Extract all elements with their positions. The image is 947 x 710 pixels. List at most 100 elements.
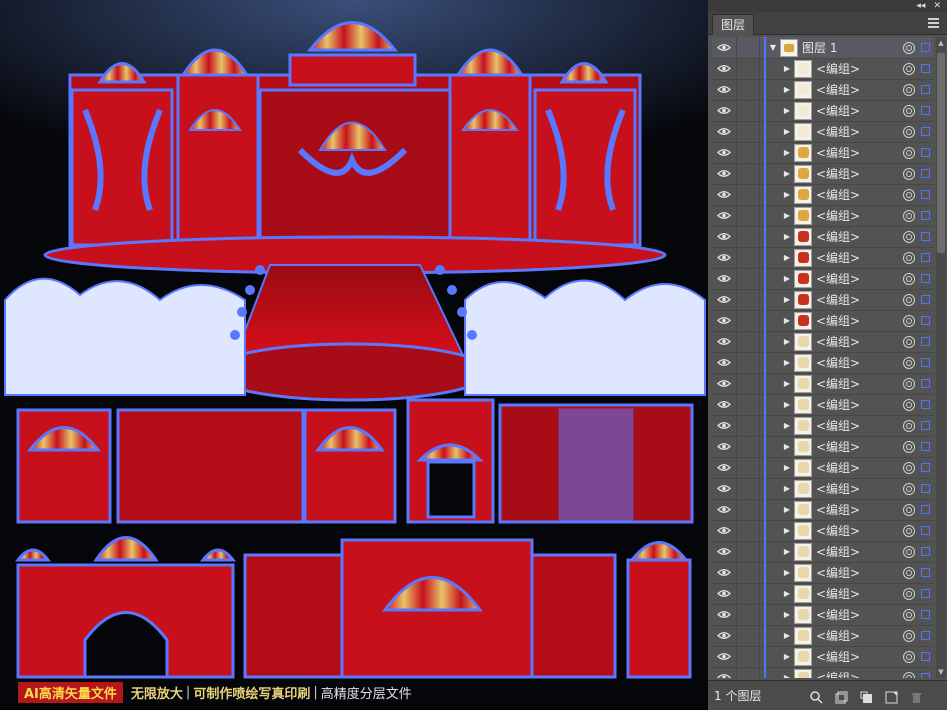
sublayer-name[interactable]: <编组>	[816, 627, 903, 644]
visibility-eye-icon[interactable]	[712, 520, 737, 541]
sublayer-name[interactable]: <编组>	[816, 438, 903, 455]
selection-square-icon[interactable]	[921, 169, 930, 178]
visibility-eye-icon[interactable]	[712, 625, 737, 646]
target-circle-icon[interactable]	[903, 272, 915, 285]
expand-arrow-icon[interactable]: ▶	[780, 484, 794, 493]
sublayer-name[interactable]: <编组>	[816, 606, 903, 623]
selection-square-icon[interactable]	[921, 295, 930, 304]
target-circle-icon[interactable]	[903, 377, 915, 390]
sublayer-name[interactable]: <编组>	[816, 123, 903, 140]
target-circle-icon[interactable]	[903, 524, 915, 537]
lock-toggle[interactable]	[737, 184, 760, 205]
sublayer-row[interactable]: ▶ <编组>	[712, 394, 934, 416]
scroll-down-arrow-icon[interactable]: ▼	[936, 666, 946, 678]
sublayer-name[interactable]: <编组>	[816, 354, 903, 371]
selection-square-icon[interactable]	[921, 526, 930, 535]
selection-square-icon[interactable]	[921, 43, 930, 52]
sublayer-row[interactable]: ▶ <编组>	[712, 163, 934, 185]
selection-square-icon[interactable]	[921, 442, 930, 451]
sublayer-row[interactable]: ▶ <编组>	[712, 499, 934, 521]
lock-toggle[interactable]	[737, 499, 760, 520]
target-circle-icon[interactable]	[903, 629, 915, 642]
expand-arrow-icon[interactable]: ▶	[780, 316, 794, 325]
selection-square-icon[interactable]	[921, 568, 930, 577]
selection-square-icon[interactable]	[921, 253, 930, 262]
lock-toggle[interactable]	[737, 646, 760, 667]
visibility-eye-icon[interactable]	[712, 121, 737, 142]
target-circle-icon[interactable]	[903, 104, 915, 117]
selection-square-icon[interactable]	[921, 106, 930, 115]
lock-toggle[interactable]	[737, 541, 760, 562]
selection-square-icon[interactable]	[921, 148, 930, 157]
target-circle-icon[interactable]	[903, 671, 915, 678]
lock-toggle[interactable]	[737, 289, 760, 310]
expand-arrow-icon[interactable]: ▶	[780, 379, 794, 388]
lock-toggle[interactable]	[737, 436, 760, 457]
sublayer-name[interactable]: <编组>	[816, 144, 903, 161]
visibility-eye-icon[interactable]	[712, 415, 737, 436]
expand-arrow-icon[interactable]: ▶	[780, 358, 794, 367]
locate-object-icon[interactable]	[810, 689, 823, 704]
sublayer-name[interactable]: <编组>	[816, 480, 903, 497]
sublayer-row[interactable]: ▶ <编组>	[712, 226, 934, 248]
sublayer-row[interactable]: ▶ <编组>	[712, 436, 934, 458]
sublayer-row[interactable]: ▶ <编组>	[712, 79, 934, 101]
collapse-icon[interactable]: ◂◂	[916, 1, 925, 11]
lock-toggle[interactable]	[737, 415, 760, 436]
sublayer-name[interactable]: <编组>	[816, 291, 903, 308]
expand-arrow-icon[interactable]: ▶	[780, 169, 794, 178]
expand-arrow-icon[interactable]: ▶	[780, 211, 794, 220]
lock-toggle[interactable]	[737, 457, 760, 478]
expand-arrow-icon[interactable]: ▶	[780, 274, 794, 283]
sublayer-name[interactable]: <编组>	[816, 564, 903, 581]
lock-toggle[interactable]	[737, 205, 760, 226]
expand-arrow-icon[interactable]: ▶	[780, 631, 794, 640]
lock-toggle[interactable]	[737, 520, 760, 541]
new-layer-icon[interactable]	[885, 689, 898, 704]
target-circle-icon[interactable]	[903, 209, 915, 222]
lock-toggle[interactable]	[737, 373, 760, 394]
selection-square-icon[interactable]	[921, 400, 930, 409]
visibility-eye-icon[interactable]	[712, 499, 737, 520]
selection-square-icon[interactable]	[921, 652, 930, 661]
selection-square-icon[interactable]	[921, 673, 930, 678]
sublayer-row[interactable]: ▶ <编组>	[712, 667, 934, 678]
new-sublayer-icon[interactable]	[860, 689, 873, 703]
sublayer-row[interactable]: ▶ <编组>	[712, 520, 934, 542]
target-circle-icon[interactable]	[903, 440, 915, 453]
sublayer-name[interactable]: <编组>	[816, 669, 903, 678]
lock-toggle[interactable]	[737, 163, 760, 184]
sublayer-row[interactable]: ▶ <编组>	[712, 205, 934, 227]
lock-toggle[interactable]	[737, 142, 760, 163]
expand-arrow-icon[interactable]: ▶	[780, 442, 794, 451]
target-circle-icon[interactable]	[903, 566, 915, 579]
sublayer-row[interactable]: ▶ <编组>	[712, 415, 934, 437]
expand-arrow-icon[interactable]: ▶	[780, 568, 794, 577]
lock-toggle[interactable]	[737, 625, 760, 646]
target-circle-icon[interactable]	[903, 314, 915, 327]
sublayer-name[interactable]: <编组>	[816, 396, 903, 413]
sublayer-row[interactable]: ▶ <编组>	[712, 604, 934, 626]
selection-square-icon[interactable]	[921, 463, 930, 472]
sublayer-row[interactable]: ▶ <编组>	[712, 247, 934, 269]
expand-arrow-icon[interactable]: ▶	[780, 463, 794, 472]
visibility-eye-icon[interactable]	[712, 184, 737, 205]
sublayer-name[interactable]: <编组>	[816, 60, 903, 77]
selection-square-icon[interactable]	[921, 589, 930, 598]
layer-row-1[interactable]: ▼ 图层 1	[712, 37, 934, 59]
sublayer-name[interactable]: <编组>	[816, 249, 903, 266]
sublayer-row[interactable]: ▶ <编组>	[712, 289, 934, 311]
selection-square-icon[interactable]	[921, 85, 930, 94]
sublayer-row[interactable]: ▶ <编组>	[712, 457, 934, 479]
visibility-eye-icon[interactable]	[712, 247, 737, 268]
expand-arrow-icon[interactable]: ▶	[780, 106, 794, 115]
expand-arrow-icon[interactable]: ▶	[780, 505, 794, 514]
target-circle-icon[interactable]	[903, 41, 915, 54]
target-circle-icon[interactable]	[903, 461, 915, 474]
tab-layers[interactable]: 图层	[712, 14, 755, 35]
expand-arrow-icon[interactable]: ▶	[780, 400, 794, 409]
expand-arrow-icon[interactable]: ▶	[780, 610, 794, 619]
target-circle-icon[interactable]	[903, 251, 915, 264]
visibility-eye-icon[interactable]	[712, 79, 737, 100]
selection-square-icon[interactable]	[921, 631, 930, 640]
